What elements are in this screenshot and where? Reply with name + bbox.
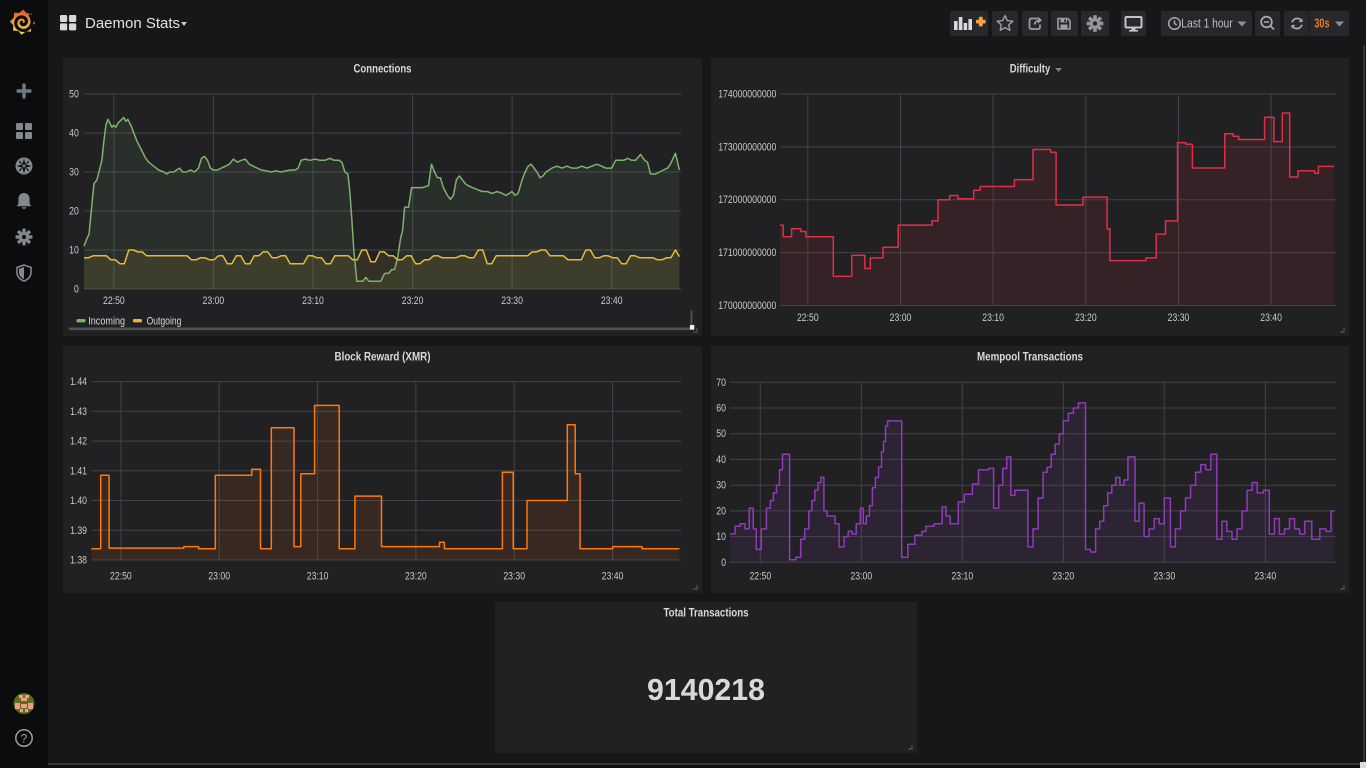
svg-text:1.38: 1.38 — [70, 555, 87, 567]
svg-text:Mempool Transactions: Mempool Transactions — [977, 352, 1083, 364]
svg-text:23:30: 23:30 — [501, 295, 523, 307]
svg-text:22:50: 22:50 — [103, 295, 125, 307]
svg-text:1.42: 1.42 — [70, 436, 87, 448]
svg-text:Connections: Connections — [354, 64, 412, 76]
svg-text:170000000000: 170000000000 — [718, 300, 776, 312]
svg-text:23:40: 23:40 — [1260, 312, 1282, 324]
svg-text:50: 50 — [716, 428, 726, 440]
svg-text:172000000000: 172000000000 — [718, 194, 776, 206]
svg-text:23:40: 23:40 — [1254, 571, 1276, 583]
svg-text:20: 20 — [716, 505, 726, 517]
svg-text:23:20: 23:20 — [1075, 312, 1097, 324]
svg-text:30: 30 — [716, 480, 726, 492]
svg-text:40: 40 — [716, 454, 726, 466]
svg-text:22:50: 22:50 — [110, 571, 132, 583]
svg-text:Total Transactions: Total Transactions — [663, 608, 748, 620]
svg-text:23:10: 23:10 — [951, 571, 973, 583]
svg-text:23:20: 23:20 — [1052, 571, 1074, 583]
svg-text:23:20: 23:20 — [402, 295, 424, 307]
svg-text:23:00: 23:00 — [850, 571, 872, 583]
svg-text:Block Reward (XMR): Block Reward (XMR) — [335, 352, 431, 364]
svg-text:23:20: 23:20 — [405, 571, 427, 583]
svg-text:22:50: 22:50 — [749, 571, 771, 583]
svg-text:0: 0 — [74, 284, 79, 296]
svg-text:?: ? — [21, 732, 28, 746]
svg-text:20: 20 — [69, 206, 79, 218]
svg-text:30: 30 — [69, 167, 79, 179]
svg-text:173000000000: 173000000000 — [718, 141, 776, 153]
svg-text:1.40: 1.40 — [70, 495, 87, 507]
svg-text:10: 10 — [716, 531, 726, 543]
svg-text:23:40: 23:40 — [601, 295, 623, 307]
svg-text:1.43: 1.43 — [70, 406, 87, 418]
svg-text:23:10: 23:10 — [307, 571, 329, 583]
svg-text:23:00: 23:00 — [208, 571, 230, 583]
svg-text:0: 0 — [721, 557, 726, 569]
svg-text:60: 60 — [716, 403, 726, 415]
svg-text:23:40: 23:40 — [602, 571, 624, 583]
svg-text:23:30: 23:30 — [1153, 571, 1175, 583]
svg-text:Incoming: Incoming — [88, 316, 125, 328]
svg-text:1.39: 1.39 — [70, 525, 87, 537]
svg-text:23:00: 23:00 — [890, 312, 912, 324]
svg-text:23:00: 23:00 — [203, 295, 225, 307]
svg-text:40: 40 — [69, 128, 79, 140]
svg-text:50: 50 — [69, 89, 79, 101]
svg-text:70: 70 — [716, 377, 726, 389]
svg-text:Difficulty: Difficulty — [1010, 64, 1051, 76]
svg-text:174000000000: 174000000000 — [718, 89, 776, 101]
svg-text:9140218: 9140218 — [647, 672, 765, 707]
svg-text:23:10: 23:10 — [302, 295, 324, 307]
svg-text:23:30: 23:30 — [503, 571, 525, 583]
svg-text:Last 1 hour: Last 1 hour — [1181, 15, 1233, 30]
svg-text:23:10: 23:10 — [982, 312, 1004, 324]
svg-text:10: 10 — [69, 245, 79, 257]
svg-text:Outgoing: Outgoing — [147, 316, 182, 328]
svg-text:1.41: 1.41 — [70, 465, 87, 477]
svg-text:1.44: 1.44 — [70, 376, 87, 388]
svg-text:23:30: 23:30 — [1168, 312, 1190, 324]
svg-text:30s: 30s — [1314, 15, 1329, 30]
svg-text:171000000000: 171000000000 — [718, 247, 776, 259]
svg-text:22:50: 22:50 — [797, 312, 819, 324]
